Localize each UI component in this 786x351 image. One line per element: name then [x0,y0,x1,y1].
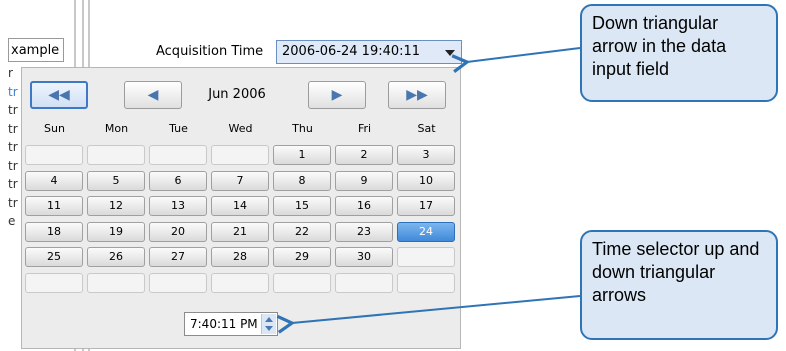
callout-dropdown-arrow: Down triangular arrow in the data input … [580,4,778,102]
arrow-to-dropdown [451,47,581,73]
callout-time-spinner: Time selector up and down triangular arr… [580,230,778,340]
arrow-to-spinner [276,295,581,334]
